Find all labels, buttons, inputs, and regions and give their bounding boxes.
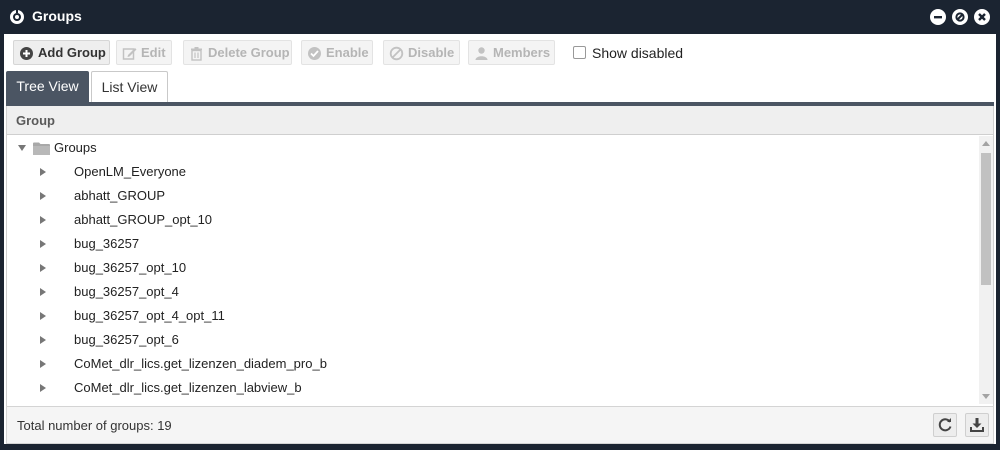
expand-arrow-icon[interactable] xyxy=(40,360,46,368)
tree-row-label: bug_36257 xyxy=(74,236,140,251)
window-title: Groups xyxy=(32,8,82,24)
scroll-up-icon[interactable] xyxy=(982,141,990,146)
tree-row-label: abhatt_GROUP_opt_10 xyxy=(74,212,213,227)
openlm-logo-icon xyxy=(9,9,25,25)
tree-root-label: Groups xyxy=(54,140,97,155)
edit-icon xyxy=(122,45,137,60)
export-button[interactable] xyxy=(965,413,989,437)
tree-root-row[interactable]: Groups xyxy=(7,136,979,160)
groups-window: Groups Add Group Edit Delete Group Enabl… xyxy=(0,0,1000,450)
toolbar: Add Group Edit Delete Group Enable Disab… xyxy=(4,34,996,70)
edit-label: Edit xyxy=(141,45,166,60)
tree-row-label: CoMet_dlr_lics.get_lizenzen_diadem_pro_b xyxy=(74,356,327,371)
tree-row[interactable]: OpenLM_Everyone xyxy=(7,160,979,184)
tree-row[interactable]: CoMet_dlr_lics.get_lizenzen_labview_b xyxy=(7,376,979,400)
tree-body: Groups OpenLM_Everyone abhatt_GROUPabhatt… xyxy=(7,136,979,404)
add-group-label: Add Group xyxy=(38,45,106,60)
expand-arrow-icon[interactable] xyxy=(40,336,46,344)
column-header-label: Group xyxy=(16,113,55,128)
tree-row-label: OpenLM_Everyone xyxy=(74,164,187,179)
close-icon[interactable] xyxy=(974,9,990,25)
tree-row[interactable]: bug_36257_opt_10 xyxy=(7,256,979,280)
edit-button[interactable]: Edit xyxy=(116,40,172,65)
window-content: Add Group Edit Delete Group Enable Disab… xyxy=(4,34,996,444)
groups-tree-grid: Group Groups OpenLM_Everyone abhatt_GROUP… xyxy=(6,106,994,406)
download-icon xyxy=(970,418,984,432)
tree-row-label: bug_36257_opt_6 xyxy=(74,332,179,347)
disable-button[interactable]: Disable xyxy=(383,40,460,65)
refresh-icon xyxy=(938,418,952,432)
folder-icon xyxy=(33,142,50,155)
expand-arrow-icon[interactable] xyxy=(40,216,46,224)
enable-label: Enable xyxy=(326,45,369,60)
total-groups-count: Total number of groups: 19 xyxy=(17,418,172,433)
add-group-button[interactable]: Add Group xyxy=(13,40,110,65)
tree-row-label: bug_36257_opt_4_opt_11 xyxy=(74,308,225,323)
vertical-scrollbar[interactable] xyxy=(979,136,993,404)
tree-row[interactable]: abhatt_GROUP_opt_10 xyxy=(7,208,979,232)
refresh-button[interactable] xyxy=(933,413,957,437)
tree-row[interactable]: bug_36257_opt_4_opt_11 xyxy=(7,304,979,328)
tab-list-view[interactable]: List View xyxy=(91,71,168,102)
expand-arrow-icon[interactable] xyxy=(40,384,46,392)
collapse-arrow-icon[interactable] xyxy=(18,145,26,151)
scroll-down-icon[interactable] xyxy=(982,394,990,399)
tree-row[interactable]: bug_36257_opt_6 xyxy=(7,328,979,352)
expand-arrow-icon[interactable] xyxy=(40,312,46,320)
minimize-icon[interactable] xyxy=(930,9,946,25)
delete-group-button[interactable]: Delete Group xyxy=(183,40,292,65)
expand-arrow-icon[interactable] xyxy=(40,288,46,296)
enable-button[interactable]: Enable xyxy=(301,40,373,65)
grid-footer: Total number of groups: 19 xyxy=(6,406,994,444)
tree-row-label: bug_36257_opt_4 xyxy=(74,284,179,299)
expand-arrow-icon[interactable] xyxy=(40,240,46,248)
title-bar[interactable]: Groups xyxy=(0,0,1000,34)
expand-arrow-icon[interactable] xyxy=(40,168,46,176)
user-icon xyxy=(474,45,489,60)
expand-arrow-icon[interactable] xyxy=(40,192,46,200)
delete-group-label: Delete Group xyxy=(208,45,290,60)
tree-row[interactable]: bug_36257_opt_4 xyxy=(7,280,979,304)
view-tabs: Tree View List View xyxy=(4,70,996,106)
show-disabled-checkbox[interactable] xyxy=(573,46,586,59)
restore-icon[interactable] xyxy=(952,9,968,25)
tree-row-label: CoMet_dlr_lics.get_lizenzen_labview_b xyxy=(74,380,302,395)
check-circle-icon xyxy=(307,45,322,60)
plus-circle-icon xyxy=(19,45,34,60)
trash-icon xyxy=(189,45,204,61)
tree-row[interactable]: bug_36257 xyxy=(7,232,979,256)
tree-row[interactable]: abhatt_GROUP xyxy=(7,184,979,208)
members-label: Members xyxy=(493,45,551,60)
members-button[interactable]: Members xyxy=(468,40,555,65)
column-header-group[interactable]: Group xyxy=(7,106,993,135)
tree-row-label: bug_36257_opt_10 xyxy=(74,260,187,275)
ban-icon xyxy=(389,45,404,61)
expand-arrow-icon[interactable] xyxy=(40,264,46,272)
tree-row[interactable]: CoMet_dlr_lics.get_lizenzen_diadem_pro_b xyxy=(7,352,979,376)
scrollbar-thumb[interactable] xyxy=(981,153,991,285)
tree-row-label: abhatt_GROUP xyxy=(74,188,166,203)
tab-tree-view[interactable]: Tree View xyxy=(6,71,89,102)
disable-label: Disable xyxy=(408,45,455,60)
show-disabled-label: Show disabled xyxy=(592,45,684,61)
